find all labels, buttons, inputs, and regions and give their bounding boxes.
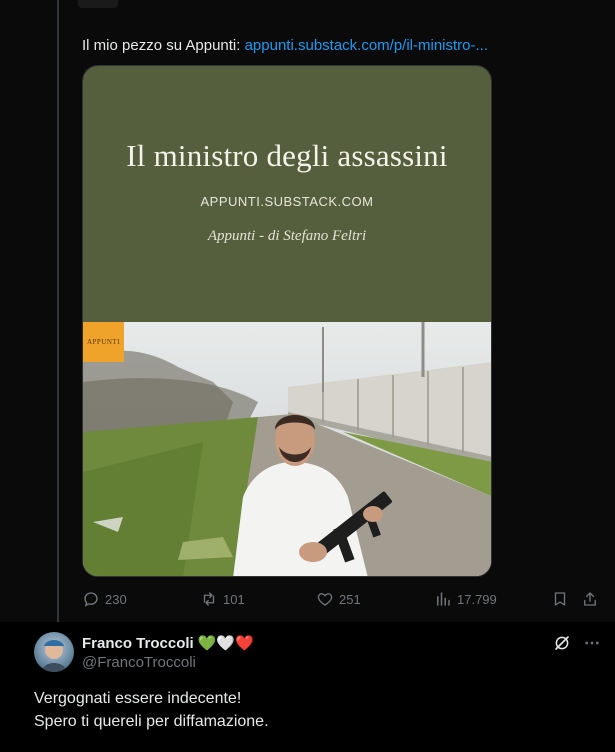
reply-post[interactable]: Franco Troccoli 💚🤍❤️ @FrancoTroccoli Verg… [0, 622, 615, 752]
views-button[interactable]: 17.799 [434, 590, 497, 608]
hearts-emoji: 💚🤍❤️ [197, 635, 254, 652]
reply-text-line-1: Vergognati essere indecente! [34, 690, 242, 707]
post-text-prefix: Il mio pezzo su Appunti: [82, 37, 245, 54]
repost-icon [203, 592, 215, 606]
timeline-panel: Il mio pezzo su Appunti: appunti.substac… [0, 0, 615, 752]
card-domain: APPUNTI.SUBSTACK.COM [200, 194, 374, 209]
thread-connector-line [57, 0, 59, 622]
card-subtitle: Appunti - di Stefano Feltri [207, 228, 367, 244]
card-photo: APPUNTI [83, 322, 491, 576]
share-button[interactable] [581, 590, 599, 608]
reply-count: 230 [105, 591, 127, 607]
post-link[interactable]: appunti.substack.com/p/il-ministro-... [245, 37, 488, 54]
photo-illustration [83, 322, 491, 576]
reply-button[interactable]: 230 [82, 590, 127, 608]
card-header: Il ministro degli assassini APPUNTI.SUBS… [83, 66, 491, 322]
bookmark-icon [554, 592, 566, 606]
bookmark-button[interactable] [551, 590, 569, 608]
views-count: 17.799 [457, 591, 497, 607]
post-text: Il mio pezzo su Appunti: appunti.substac… [82, 36, 488, 56]
reply-text: Vergognati essere indecente! Spero ti qu… [34, 687, 269, 733]
more-options-icon[interactable] [583, 634, 601, 652]
like-button[interactable]: 251 [316, 590, 361, 608]
repost-count: 101 [223, 591, 245, 607]
reply-author-name-text: Franco Troccoli [82, 635, 194, 652]
reply-author-handle[interactable]: @FrancoTroccoli [82, 654, 196, 671]
reply-icon [84, 592, 98, 607]
post-actions-bar: 230 101 251 17.799 [82, 590, 602, 612]
share-icon [584, 592, 596, 606]
appunti-logo-text: APPUNTI [86, 338, 121, 346]
like-count: 251 [339, 591, 361, 607]
appunti-logo: APPUNTI [83, 322, 124, 362]
avatar[interactable] [34, 632, 74, 672]
heart-icon [317, 593, 333, 606]
repost-button[interactable]: 101 [200, 590, 245, 608]
card-title: Il ministro degli assassini [126, 138, 448, 173]
reply-author-name[interactable]: Franco Troccoli 💚🤍❤️ [82, 634, 254, 652]
reply-text-line-2: Spero ti quereli per diffamazione. [34, 713, 269, 730]
link-preview-card[interactable]: Il ministro degli assassini APPUNTI.SUBS… [82, 65, 492, 577]
previous-content-edge [78, 0, 118, 8]
avatar-photo [42, 640, 66, 672]
grok-icon[interactable] [553, 634, 571, 652]
views-icon [437, 592, 450, 606]
